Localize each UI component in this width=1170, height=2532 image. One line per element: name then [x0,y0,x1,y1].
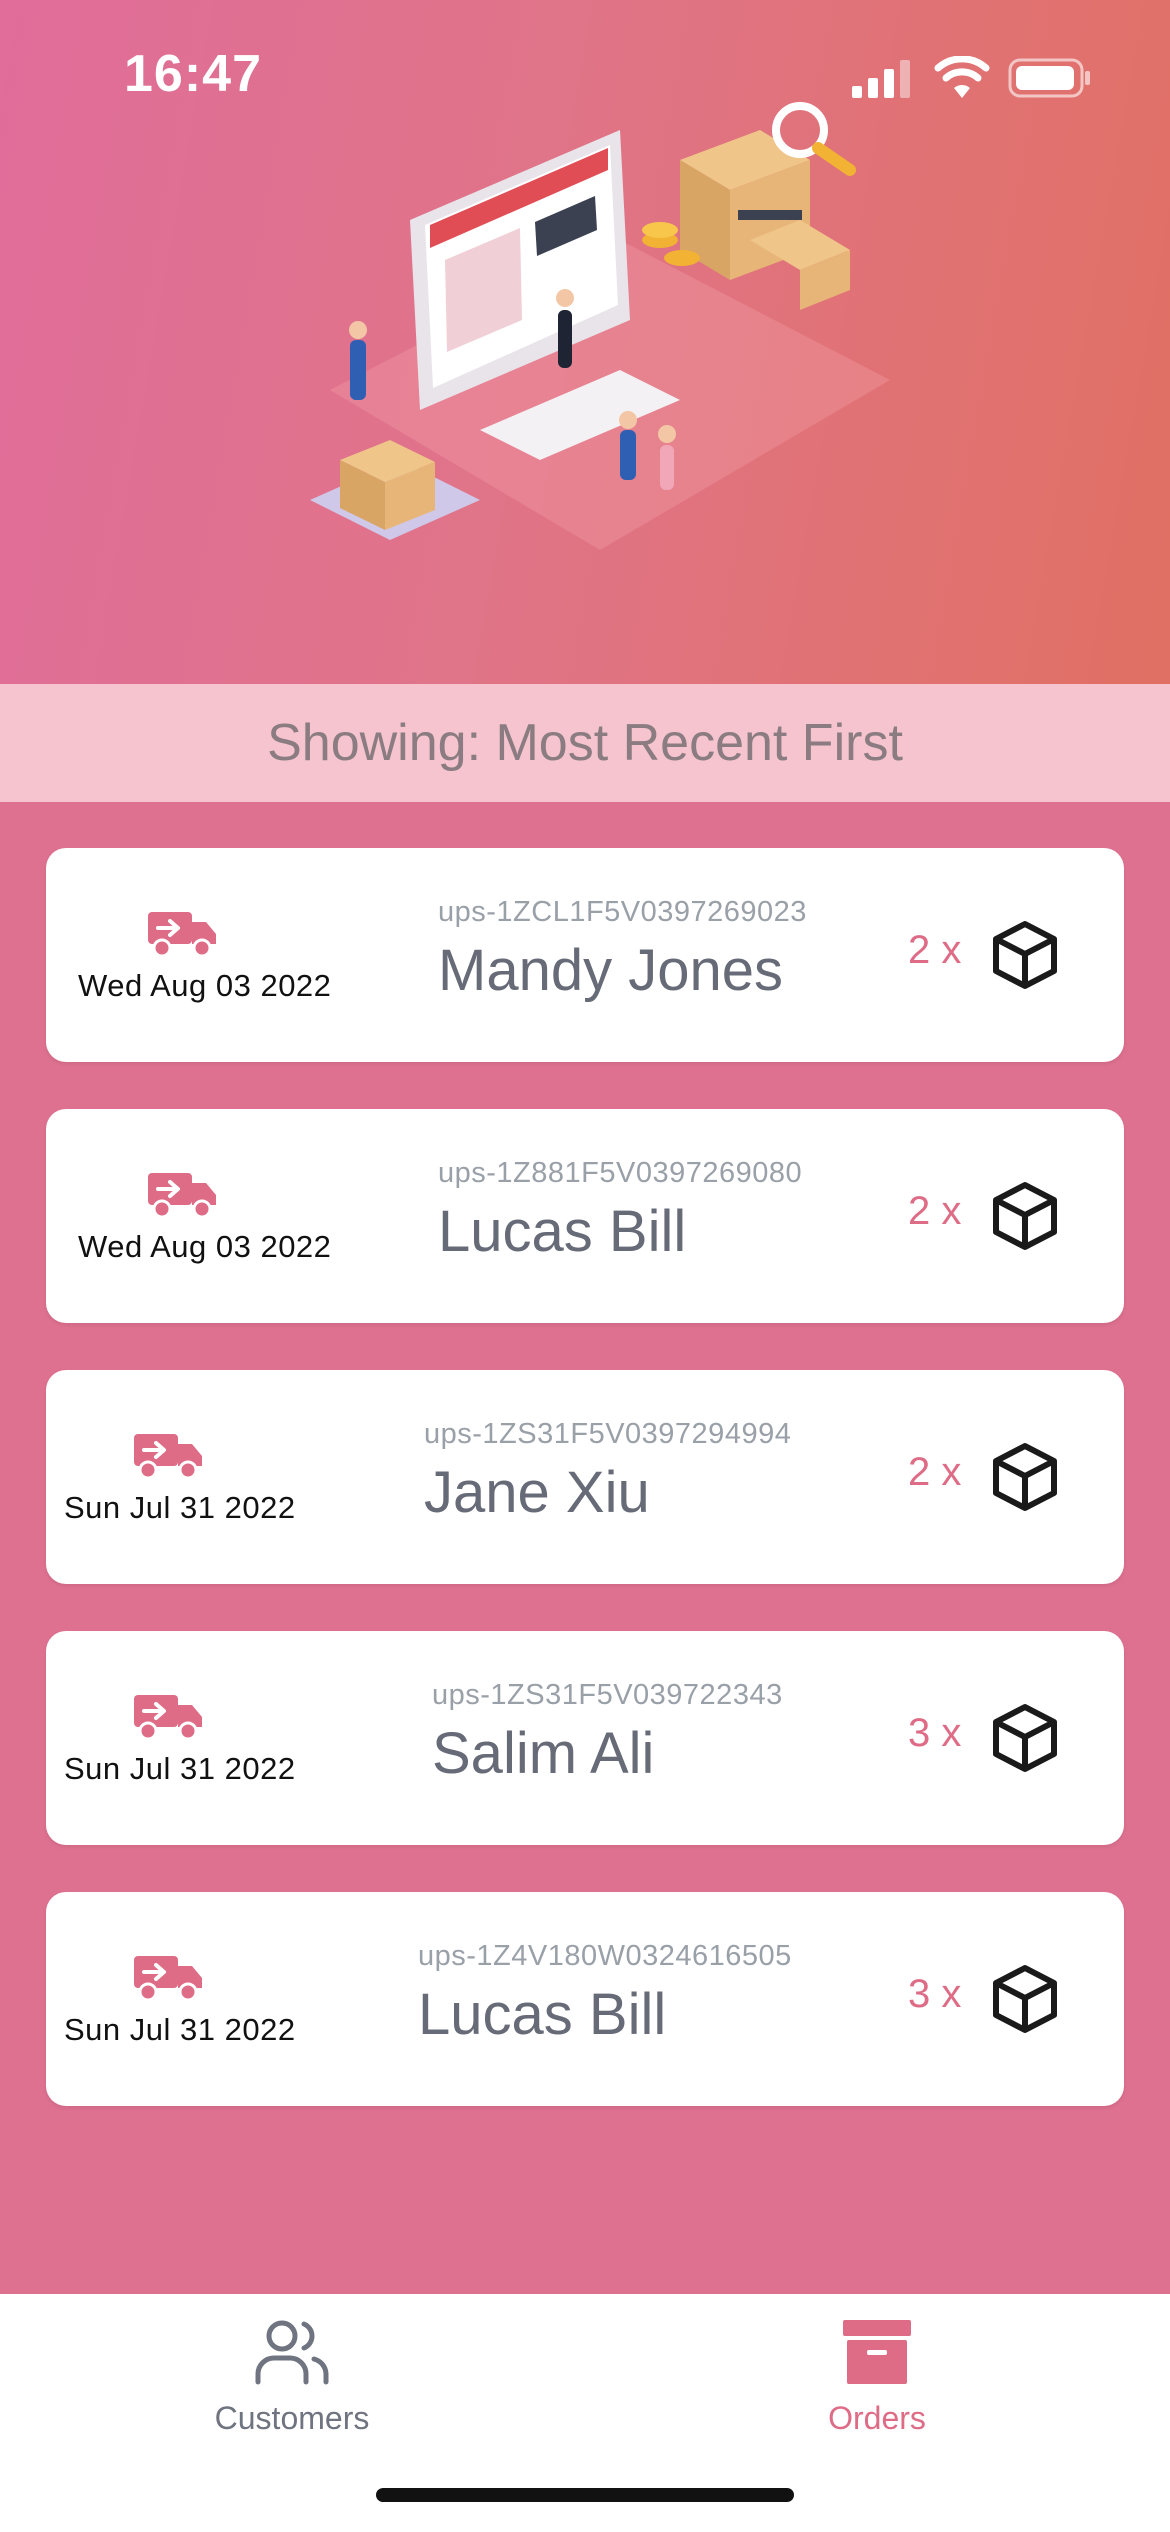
package-quantity: 3 x [908,1711,962,1755]
package-box-icon [993,921,1057,989]
sort-order-label: Showing: Most Recent First [267,714,903,772]
tracking-number: ups-1ZCL1F5V0397269023 [438,896,807,928]
order-date-block: Wed Aug 03 2022 [78,1169,332,1265]
delivery-truck-icon [134,1434,202,1480]
package-box-icon [993,1182,1057,1250]
order-card[interactable]: Wed Aug 03 2022 ups-1ZCL1F5V0397269023 M… [46,848,1124,1062]
order-info: ups-1ZCL1F5V0397269023 Mandy Jones [438,896,807,1004]
package-box-icon [993,1704,1057,1772]
order-date: Sun Jul 31 2022 [64,1751,296,1786]
status-time: 16:47 [124,45,262,103]
orders-screen: 16:47 Showing: Most Recent First Wed Aug… [0,0,1170,2532]
package-quantity: 3 x [908,1972,962,2016]
battery-icon [1008,58,1090,98]
home-indicator[interactable] [376,2488,794,2502]
order-date: Wed Aug 03 2022 [78,1229,332,1264]
tracking-number: ups-1ZS31F5V0397294994 [424,1418,792,1450]
tab-customers-label: Customers [214,2400,370,2436]
order-date: Sun Jul 31 2022 [64,1490,296,1525]
order-info: ups-1ZS31F5V039722343 Salim Ali [432,1679,783,1787]
package-quantity: 2 x [908,928,962,972]
logistics-illustration [310,102,890,550]
package-box-icon [993,1443,1057,1511]
tracking-number: ups-1Z881F5V0397269080 [438,1157,803,1189]
status-bar: 16:47 [0,0,1170,150]
sort-order-bar[interactable]: Showing: Most Recent First [0,684,1170,802]
cellular-signal-icon [852,60,910,98]
tab-customers[interactable]: Customers [142,2316,442,2437]
order-info: ups-1Z881F5V0397269080 Lucas Bill [438,1157,802,1265]
archive-box-icon [843,2320,911,2384]
customer-name: Lucas Bill [438,1199,687,1264]
package-quantity: 2 x [908,1189,962,1233]
tab-orders[interactable]: Orders [727,2316,1027,2437]
tab-orders-label: Orders [828,2400,926,2436]
order-card[interactable]: Sun Jul 31 2022 ups-1ZS31F5V039722343 Sa… [46,1631,1124,1845]
customer-name: Lucas Bill [418,1982,667,2047]
order-date: Wed Aug 03 2022 [78,968,332,1003]
users-icon [255,2320,329,2385]
tracking-number: ups-1Z4V180W0324616505 [418,1940,792,1972]
order-card[interactable]: Sun Jul 31 2022 ups-1Z4V180W0324616505 L… [46,1892,1124,2106]
customer-name: Salim Ali [432,1721,655,1786]
order-info: ups-1ZS31F5V0397294994 Jane Xiu [424,1418,791,1526]
order-date-block: Wed Aug 03 2022 [78,908,332,1004]
order-date: Sun Jul 31 2022 [64,2012,296,2047]
order-date-block: Sun Jul 31 2022 [64,1430,296,1526]
order-date-block: Sun Jul 31 2022 [64,1691,296,1787]
order-card[interactable]: Sun Jul 31 2022 ups-1ZS31F5V0397294994 J… [46,1370,1124,1584]
tracking-number: ups-1ZS31F5V039722343 [432,1679,783,1711]
order-list: Wed Aug 03 2022 ups-1ZCL1F5V0397269023 M… [46,848,1124,2153]
delivery-truck-icon [134,1956,202,2002]
delivery-truck-icon [134,1695,202,1741]
package-box-icon [993,1965,1057,2033]
order-info: ups-1Z4V180W0324616505 Lucas Bill [418,1940,792,2048]
delivery-truck-icon [148,912,216,958]
package-quantity: 2 x [908,1450,962,1494]
wifi-icon [934,56,990,98]
customer-name: Mandy Jones [438,938,783,1003]
order-card[interactable]: Wed Aug 03 2022 ups-1Z881F5V0397269080 L… [46,1109,1124,1323]
order-date-block: Sun Jul 31 2022 [64,1952,296,2048]
delivery-truck-icon [148,1173,216,1219]
customer-name: Jane Xiu [424,1460,650,1525]
